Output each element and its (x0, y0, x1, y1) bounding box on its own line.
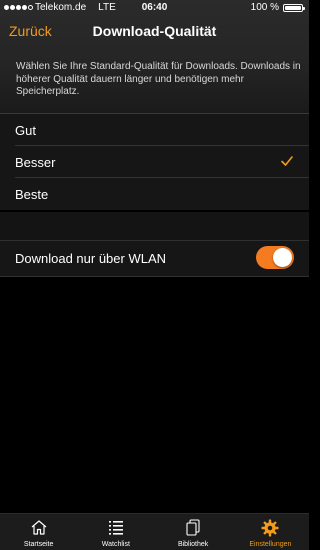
tab-bar: Startseite Watchlist Bibliothek Einstell… (0, 513, 309, 550)
screen: Telekom.de LTE 06:40 100 % Zurück Downlo… (0, 0, 309, 550)
status-bar: Telekom.de LTE 06:40 100 % (0, 0, 309, 16)
gear-icon (261, 519, 279, 537)
quality-option-beste[interactable]: Beste (0, 178, 309, 210)
wlan-only-label: Download nur über WLAN (15, 251, 167, 266)
navigation-bar: Zurück Download-Qualität (0, 18, 309, 46)
description-text: Wählen Sie Ihre Standard-Qualität für Do… (16, 61, 301, 97)
quality-option-besser[interactable]: Besser (0, 146, 309, 178)
wlan-only-row: Download nur über WLAN (0, 240, 309, 277)
tab-label: Startseite (23, 541, 54, 548)
quality-option-label: Beste (15, 187, 49, 202)
battery-percent: 100 % (250, 2, 279, 13)
battery-icon (283, 3, 305, 12)
quality-option-label: Gut (15, 123, 36, 138)
quality-option-label: Besser (15, 155, 56, 170)
quality-option-gut[interactable]: Gut (0, 114, 309, 146)
page-title: Download-Qualität (92, 23, 217, 39)
home-icon (31, 520, 47, 535)
tab-bibliothek[interactable]: Bibliothek (155, 514, 232, 550)
wlan-only-toggle[interactable] (256, 246, 294, 269)
section-spacer (0, 212, 309, 240)
tab-einstellungen[interactable]: Einstellungen (232, 514, 309, 550)
library-icon (186, 519, 200, 536)
list-icon (108, 521, 123, 535)
status-right: 100 % (250, 2, 305, 13)
tab-label: Watchlist (101, 541, 130, 548)
tab-label: Einstellungen (249, 541, 292, 548)
toggle-knob (273, 248, 292, 267)
checkmark-icon (281, 156, 293, 166)
tab-startseite[interactable]: Startseite (0, 514, 77, 550)
quality-options-list: Gut Besser Beste (0, 113, 309, 210)
tab-label: Bibliothek (177, 541, 209, 548)
tab-watchlist[interactable]: Watchlist (77, 514, 154, 550)
